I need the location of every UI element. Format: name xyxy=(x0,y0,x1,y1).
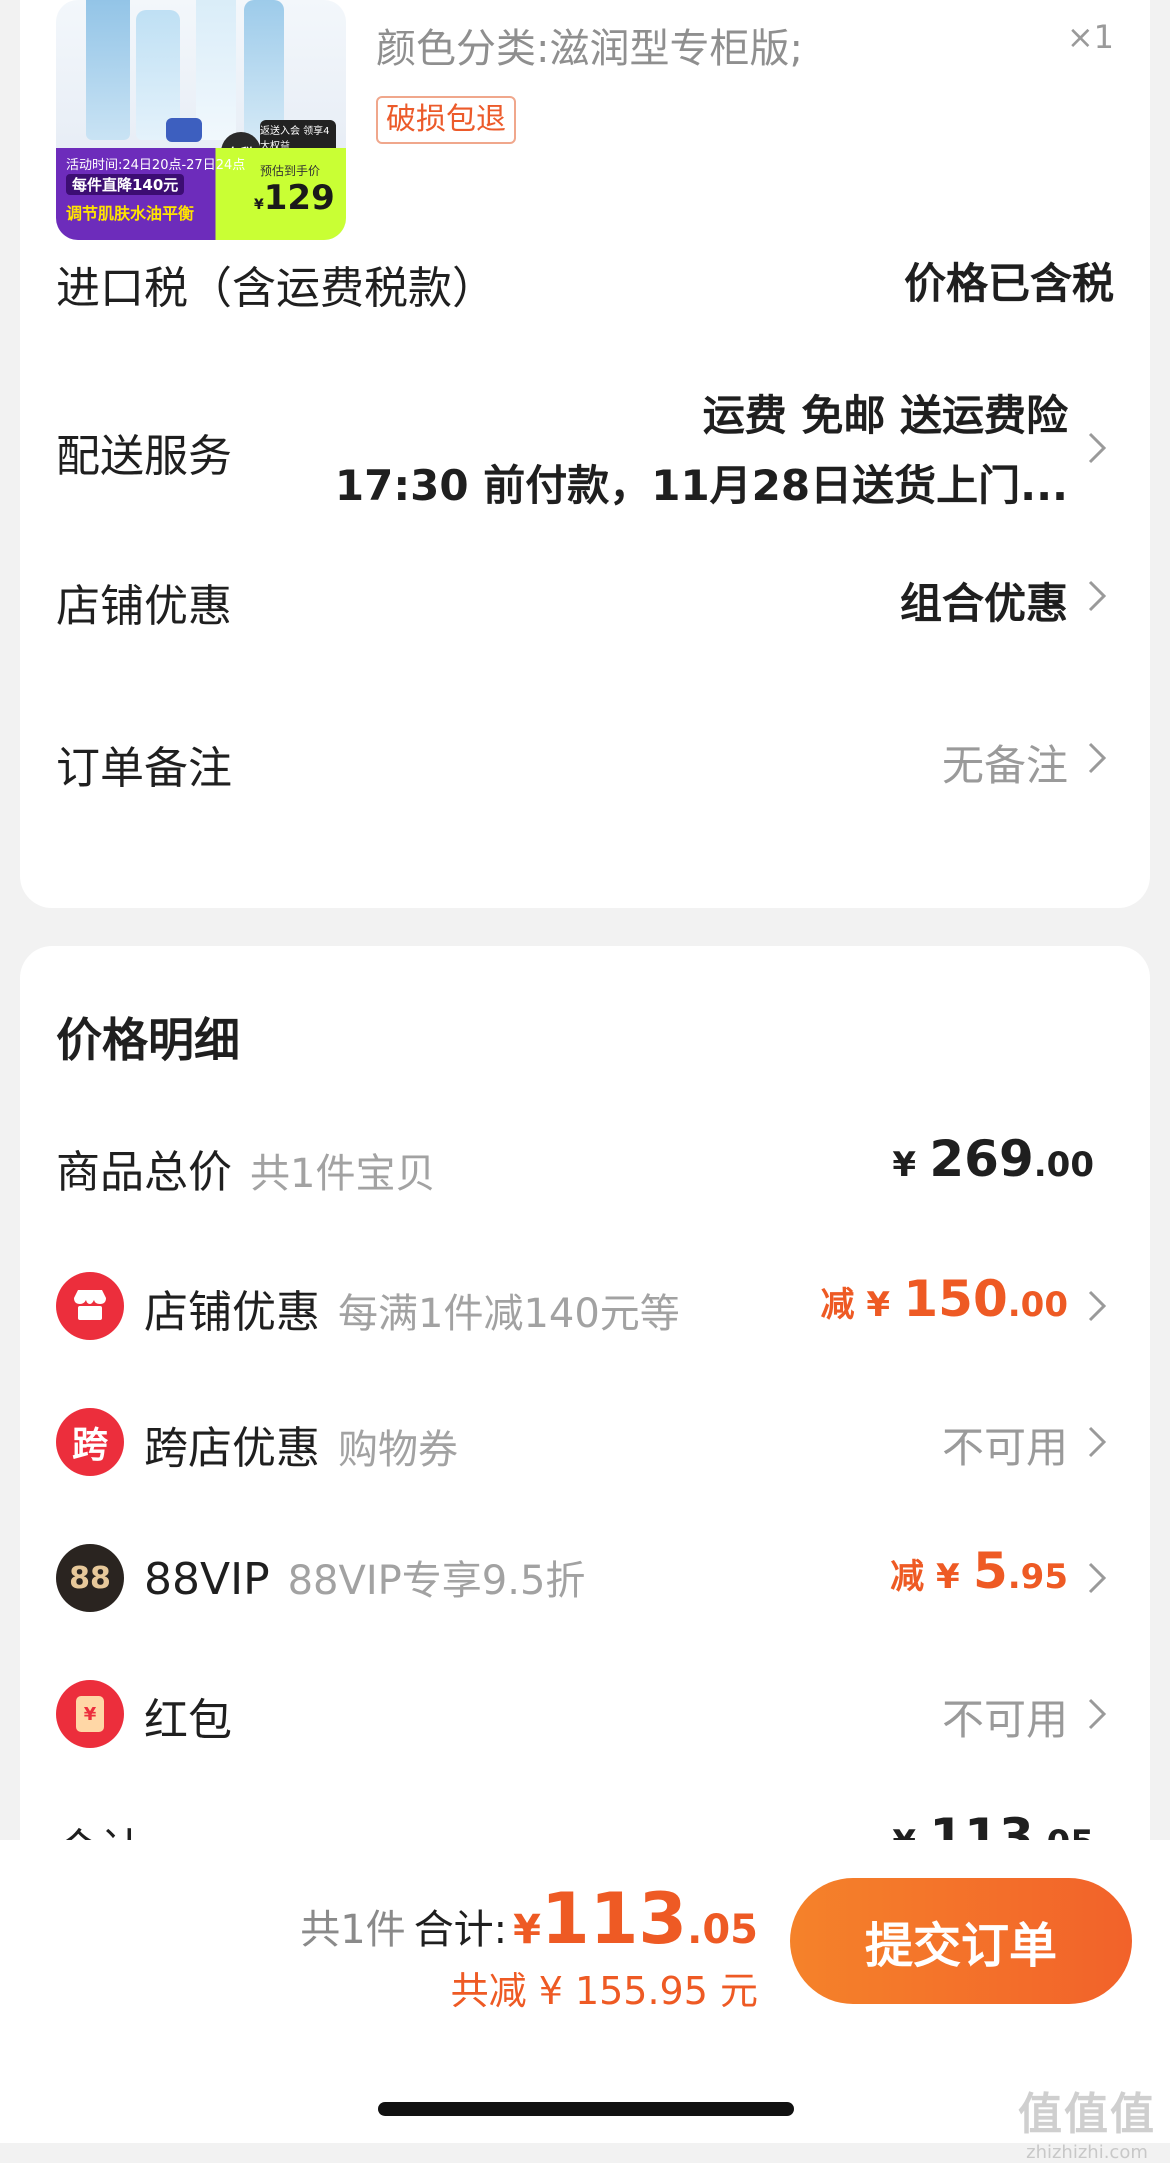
promo-discount: 每件直降140元 xyxy=(66,174,185,195)
chevron-right-icon xyxy=(1080,576,1114,616)
price-shop-discount-label: 店铺优惠 每满1件减140元等 xyxy=(144,1287,680,1338)
delivery-row[interactable]: 配送服务 运费 免邮 送运费险 17:30 前付款，11月28日送货上门... xyxy=(20,340,1150,520)
vip-88-icon: 88 xyxy=(56,1544,124,1612)
delivery-fee-text: 运费 免邮 送运费险 xyxy=(702,391,1068,440)
goods-total-label: 商品总价 共1件宝贝 xyxy=(56,1136,435,1200)
watermark-logo: 值值值 xyxy=(1018,2089,1156,2140)
import-tax-value: 价格已含税 xyxy=(903,259,1114,308)
red-packet-envelope: ¥ xyxy=(76,1696,104,1732)
red-packet-value: 不可用 xyxy=(941,1695,1068,1744)
vip-sub: 88VIP专享9.5折 xyxy=(287,1558,586,1604)
estimated-price-box: 预估到手价 ¥129 xyxy=(226,160,338,230)
shop-discount-row[interactable]: 店铺优惠 组合优惠 xyxy=(20,550,1150,650)
product-quantity: ×1 xyxy=(1066,18,1114,56)
shop-discount-value: 组合优惠 xyxy=(899,579,1068,628)
order-note-row[interactable]: 订单备注 无备注 xyxy=(20,712,1150,812)
product-jar-image xyxy=(166,118,202,142)
vip-discount-amount: 减 ¥ 5.95 xyxy=(890,1542,1068,1600)
checkout-bar: 共1件 合计: ¥113.05 共减 ¥ 155.95 元 提交订单 值值值 zhi… xyxy=(0,1840,1170,2163)
promo-slogan: 调节肌肤水油平衡 xyxy=(66,204,195,223)
home-indicator[interactable] xyxy=(378,2102,794,2116)
checkout-total: 共1件 合计: ¥113.05 xyxy=(300,1878,758,1960)
red-packet-label: 红包 xyxy=(144,1695,232,1746)
chevron-right-icon xyxy=(1080,1422,1114,1462)
cross-shop-icon: 跨 xyxy=(56,1408,124,1476)
import-tax-label: 进口税（含运费税款） xyxy=(56,263,496,314)
cross-shop-row[interactable]: 跨 跨店优惠 购物券 不可用 xyxy=(20,1398,1150,1488)
price-detail-card: 价格明细 商品总价 共1件宝贝 ¥ 269.00 店铺优惠 每满1件减140元等 减… xyxy=(20,946,1150,1946)
shop-discount-label: 店铺优惠 xyxy=(56,581,232,632)
shop-discount-amount: 减 ¥ 150.00 xyxy=(820,1270,1068,1328)
watermark-url: zhizhizhi.com xyxy=(1026,2142,1148,2163)
price-detail-title: 价格明细 xyxy=(56,1013,240,1067)
chevron-right-icon xyxy=(1080,1694,1114,1734)
product-variant: 颜色分类:滋润型专柜版; xyxy=(376,26,803,72)
delivery-label: 配送服务 xyxy=(56,431,232,482)
cross-shop-sub: 购物券 xyxy=(338,1427,458,1473)
goods-count-text: 共1件宝贝 xyxy=(250,1151,436,1197)
price-shop-discount-row[interactable]: 店铺优惠 每满1件减140元等 减 ¥ 150.00 xyxy=(20,1262,1150,1352)
order-note-value: 无备注 xyxy=(941,741,1068,790)
damage-refund-tag: 破损包退 xyxy=(376,96,516,144)
chevron-right-icon xyxy=(1080,1286,1114,1326)
total-amount-int: 113 xyxy=(541,1878,688,1960)
total-saved: 共减 ¥ 155.95 元 xyxy=(450,1969,758,2013)
chevron-right-icon xyxy=(1080,738,1114,778)
order-info-card: 包税 返送入会 领享4大权益 活动时间:24日20点-27日24点 每件直降14… xyxy=(20,0,1150,908)
watermark: 值值值 zhizhizhi.com xyxy=(1018,2078,1156,2163)
vip-row[interactable]: 88 88VIP 88VIP专享9.5折 减 ¥ 5.95 xyxy=(20,1534,1150,1624)
chevron-right-icon xyxy=(1080,1558,1114,1598)
total-label: 合计: xyxy=(413,1907,508,1953)
delivery-time-text: 17:30 前付款，11月28日送货上门... xyxy=(334,461,1068,510)
goods-total-amount: ¥ 269.00 xyxy=(892,1130,1094,1188)
vip-label: 88VIP 88VIP专享9.5折 xyxy=(144,1554,586,1605)
chevron-right-icon xyxy=(1080,428,1114,468)
submit-order-button[interactable]: 提交订单 xyxy=(790,1878,1132,2004)
goods-total-text: 商品总价 xyxy=(56,1147,232,1198)
cross-shop-label: 跨店优惠 购物券 xyxy=(144,1423,458,1474)
red-packet-row[interactable]: ¥ 红包 不可用 xyxy=(20,1670,1150,1760)
order-note-label: 订单备注 xyxy=(56,743,232,794)
product-bottle-image xyxy=(244,0,284,140)
product-bottle-image xyxy=(196,0,236,140)
shop-discount-rule: 每满1件减140元等 xyxy=(338,1291,680,1337)
product-bottle-image xyxy=(86,0,130,140)
estimated-price-value: ¥129 xyxy=(254,178,335,218)
promo-time: 活动时间:24日20点-27日24点 xyxy=(66,158,246,173)
item-count: 共1件 xyxy=(300,1907,406,1953)
total-amount-dec: .05 xyxy=(687,1907,758,1953)
shop-icon xyxy=(56,1272,124,1340)
promo-strip: 活动时间:24日20点-27日24点 每件直降140元 调节肌肤水油平衡 预估到… xyxy=(56,148,346,240)
red-packet-icon: ¥ xyxy=(56,1680,124,1748)
goods-total-row: 商品总价 共1件宝贝 ¥ 269.00 xyxy=(20,1126,1150,1216)
estimated-price-label: 预估到手价 xyxy=(260,164,321,178)
cross-shop-value: 不可用 xyxy=(941,1423,1068,1472)
product-thumbnail[interactable]: 包税 返送入会 领享4大权益 活动时间:24日20点-27日24点 每件直降14… xyxy=(56,0,346,240)
